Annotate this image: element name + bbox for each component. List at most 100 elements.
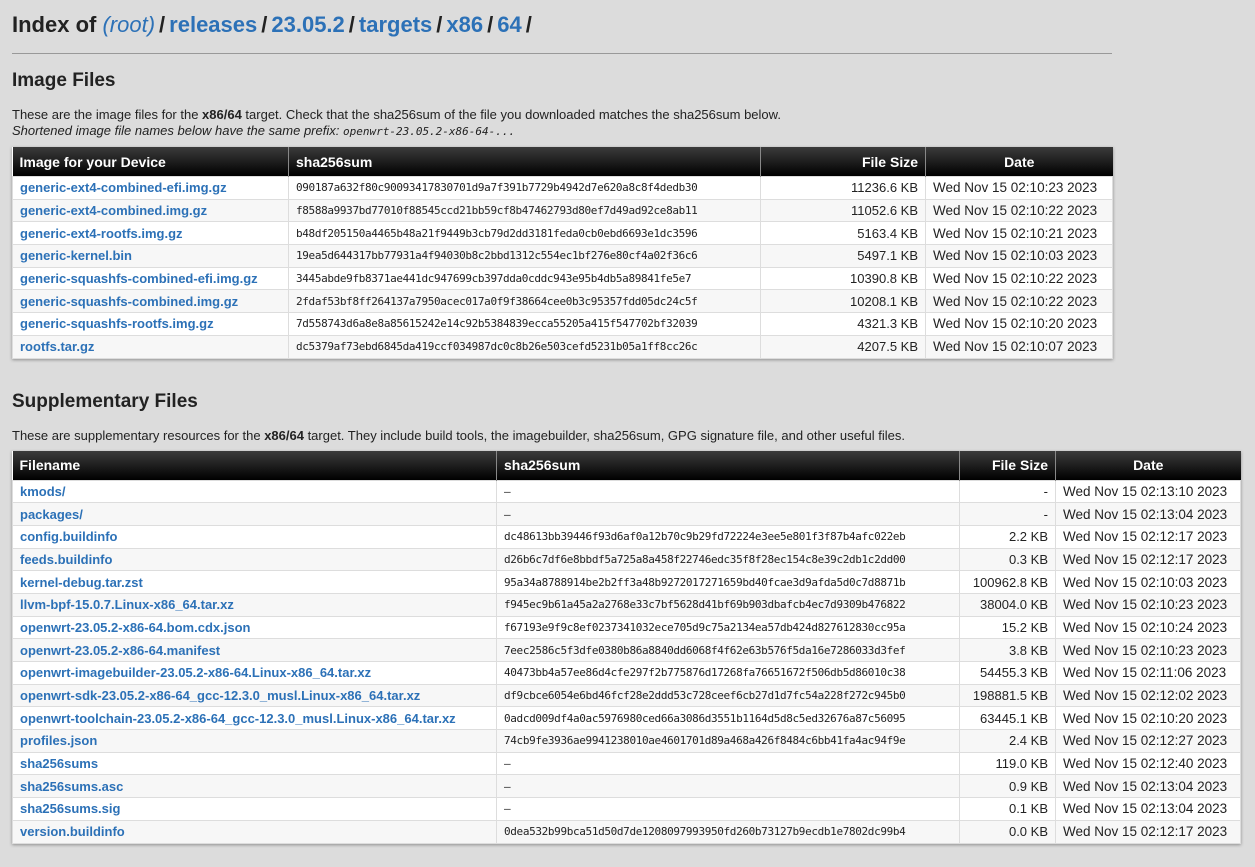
file-link[interactable]: sha256sums.asc [20,779,123,794]
prefix-note: Shortened image file names below have th… [12,123,343,138]
sha256-cell: f67193e9f9c8ef0237341032ece705d9c75a2134… [496,615,960,640]
file-name-cell: generic-ext4-combined-efi.img.gz [12,176,289,200]
sha256-cell: 40473bb4a57ee86d4cfe297f2b775876d17268fa… [496,661,960,685]
file-link[interactable]: openwrt-sdk-23.05.2-x86-64_gcc-12.3.0_mu… [20,688,420,703]
file-name-cell: openwrt-imagebuilder-23.05.2-x86-64.Linu… [12,661,497,685]
file-link[interactable]: generic-squashfs-rootfs.img.gz [20,316,214,331]
table-header-row: Image for your Device sha256sum File Siz… [12,147,1113,177]
breadcrumb-sep: / [525,12,532,37]
sha256-cell: dc48613bb39446f93d6af0a12b70c9b29fd72224… [496,524,960,549]
date-cell: Wed Nov 15 02:10:22 2023 [925,289,1113,314]
sha256-cell: 19ea5d644317bb77931a4f94030b8c2bbd1312c5… [288,244,761,268]
file-link[interactable]: generic-squashfs-combined.img.gz [20,294,238,309]
file-size-cell: 4321.3 KB [760,312,926,336]
file-size-cell: 38004.0 KB [959,592,1056,617]
sha256-cell: d26b6c7df6e8bbdf5a725a8a458f22746edc35f8… [496,547,960,572]
sha256-cell: 0dea532b99bca51d50d7de1208097993950fd260… [496,819,960,844]
table-row: openwrt-23.05.2-x86-64.manifest 7eec2586c… [12,638,1241,662]
date-cell: Wed Nov 15 02:12:40 2023 [1055,751,1241,776]
sha256-cell: 7d558743d6a8e8a85615242e14c92b5384839ecc… [288,312,761,336]
file-link[interactable]: generic-ext4-combined.img.gz [20,203,207,218]
title-prefix: Index of [12,12,97,37]
file-size-cell: 11236.6 KB [760,176,926,200]
file-size-cell: 10208.1 KB [760,289,926,314]
breadcrumb-targets-link[interactable]: targets [359,12,432,37]
file-link[interactable]: llvm-bpf-15.0.7.Linux-x86_64.tar.xz [20,597,234,612]
table-row: openwrt-toolchain-23.05.2-x86-64_gcc-12.… [12,706,1241,731]
file-link[interactable]: rootfs.tar.gz [20,339,94,354]
breadcrumb-64-link[interactable]: 64 [497,12,521,37]
date-cell: Wed Nov 15 02:10:03 2023 [925,244,1113,268]
col-header-image: Image for your Device [12,147,289,177]
file-link[interactable]: generic-kernel.bin [20,248,132,263]
sha256-cell: 2fdaf53bf8ff264137a7950acec017a0f9f38664… [288,289,761,314]
sha256-cell: – [496,751,960,776]
file-size-cell: 5163.4 KB [760,221,926,246]
file-name-cell: generic-ext4-rootfs.img.gz [12,221,289,246]
file-name-cell: packages/ [12,502,497,526]
breadcrumb-releases-link[interactable]: releases [169,12,257,37]
date-cell: Wed Nov 15 02:10:23 2023 [925,176,1113,200]
file-link[interactable]: profiles.json [20,733,97,748]
file-link[interactable]: kmods/ [20,484,66,499]
sha256-cell: 0adcd009df4a0ac5976980ced66a3086d3551b11… [496,706,960,731]
date-cell: Wed Nov 15 02:10:22 2023 [925,198,1113,223]
date-cell: Wed Nov 15 02:10:24 2023 [1055,615,1241,640]
sha256-cell: dc5379af73ebd6845da419ccf034987dc0c8b26e… [288,334,761,359]
col-header-date: Date [1055,450,1241,480]
desc-target: x86/64 [202,107,242,122]
file-size-cell: 119.0 KB [959,751,1056,776]
file-size-cell: 3.8 KB [959,638,1056,662]
image-files-heading: Image Files [12,70,116,91]
file-size-cell: 2.4 KB [959,729,1056,753]
breadcrumb-version-link[interactable]: 23.05.2 [271,12,344,37]
file-link[interactable]: openwrt-23.05.2-x86-64.manifest [20,643,220,658]
desc-text: These are the image files for the [12,107,203,122]
table-row: openwrt-imagebuilder-23.05.2-x86-64.Linu… [12,661,1241,685]
breadcrumb-root-link[interactable]: (root) [102,12,155,37]
table-row: generic-ext4-rootfs.img.gz b48df205150a44… [12,221,1113,246]
table-row: openwrt-sdk-23.05.2-x86-64_gcc-12.3.0_mu… [12,683,1241,708]
table-row: sha256sums –119.0 KB Wed Nov 15 02:12:40 2… [12,751,1241,776]
file-size-cell: 10390.8 KB [760,266,926,291]
sha256-cell: – [496,797,960,821]
file-name-cell: rootfs.tar.gz [12,334,289,359]
file-link[interactable]: openwrt-imagebuilder-23.05.2-x86-64.Linu… [20,665,371,680]
file-link[interactable]: openwrt-23.05.2-x86-64.bom.cdx.json [20,620,250,635]
date-cell: Wed Nov 15 02:13:04 2023 [1055,502,1241,526]
table-row: feeds.buildinfo d26b6c7df6e8bbdf5a725a8a4… [12,547,1241,572]
supplementary-files-table: Filename sha256sum File Size Date kmods/… [12,450,1241,844]
col-header-date: Date [925,147,1113,177]
breadcrumb-x86-link[interactable]: x86 [446,12,483,37]
file-link[interactable]: sha256sums.sig [20,801,120,816]
sha256-cell: – [496,774,960,799]
image-files-description: These are the image files for the x86/64… [12,107,1112,140]
file-link[interactable]: generic-ext4-combined-efi.img.gz [20,180,227,195]
file-link[interactable]: openwrt-toolchain-23.05.2-x86-64_gcc-12.… [20,711,456,726]
file-link[interactable]: version.buildinfo [20,824,125,839]
file-size-cell: 2.2 KB [959,524,1056,549]
file-link[interactable]: kernel-debug.tar.zst [20,575,143,590]
table-row: generic-squashfs-combined.img.gz 2fdaf53b… [12,289,1113,314]
prefix-code: openwrt-23.05.2-x86-64-... [342,125,516,138]
file-link[interactable]: packages/ [20,507,83,522]
file-link[interactable]: generic-ext4-rootfs.img.gz [20,226,183,241]
date-cell: Wed Nov 15 02:10:21 2023 [925,221,1113,246]
table-row: packages/ – - Wed Nov 15 02:13:04 2023 [12,502,1241,526]
breadcrumb-sep: / [159,12,166,37]
file-link[interactable]: config.buildinfo [20,529,117,544]
file-name-cell: generic-squashfs-combined.img.gz [12,289,289,314]
image-files-body: generic-ext4-combined-efi.img.gz 090187a6… [12,176,1113,359]
file-size-cell: 4207.5 KB [760,334,926,359]
supplementary-files-heading: Supplementary Files [12,390,198,412]
page: Index of (root) / releases/23.05.2/targets… [0,0,1241,844]
file-size-cell: 0.1 KB [959,797,1056,821]
file-name-cell: config.buildinfo [12,524,497,549]
file-link[interactable]: feeds.buildinfo [20,552,112,567]
file-link[interactable]: generic-squashfs-combined-efi.img.gz [20,271,258,286]
col-header-size: File Size [959,450,1056,480]
file-name-cell: kernel-debug.tar.zst [12,570,497,594]
table-header-row: Filename sha256sum File Size Date [12,450,1241,480]
file-link[interactable]: sha256sums [20,756,98,771]
col-header-sha256: sha256sum [496,450,960,480]
